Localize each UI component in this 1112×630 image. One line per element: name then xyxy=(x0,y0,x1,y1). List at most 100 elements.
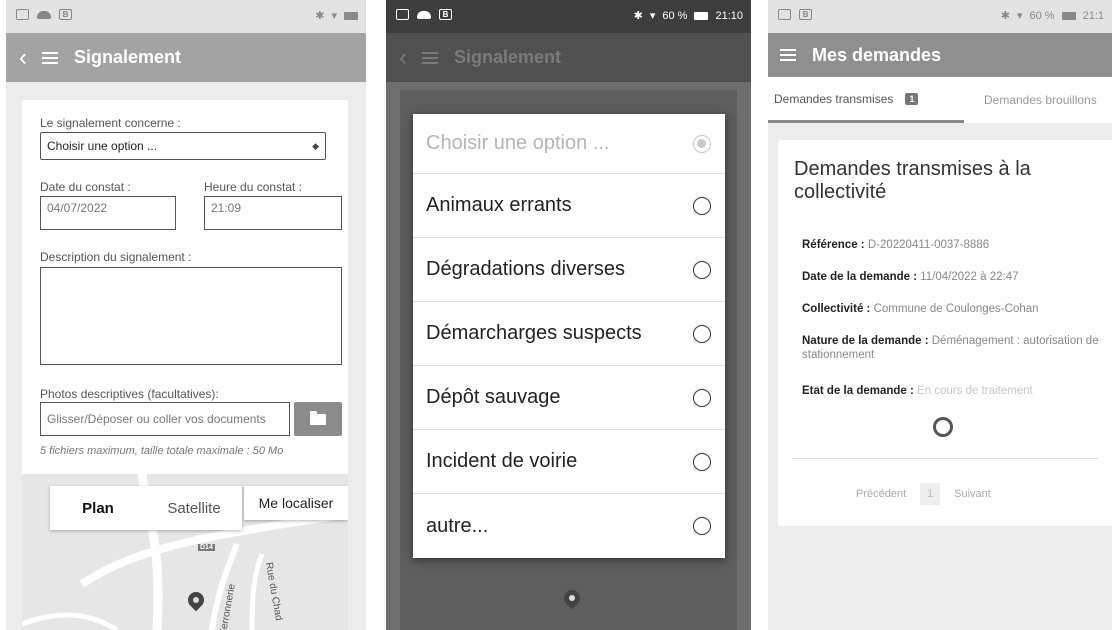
screen-option-picker: B ✱ ▾ 60 % 21:10 ‹ Signalement Choisir une … xyxy=(386,0,751,630)
signal-text: 60 % xyxy=(1029,9,1055,22)
collectivity-label: Collectivité : xyxy=(802,303,871,315)
concern-label: Le signalement concerne : xyxy=(40,116,181,130)
request-tabs: Demandes transmises 1 Demandes brouillon… xyxy=(768,77,1112,123)
b-app-icon: B xyxy=(799,9,812,20)
signal-text: 60 % xyxy=(662,9,688,22)
status-bar: B ✱ ▾ 60 % 21:1 xyxy=(768,0,1112,33)
tab-label: Demandes transmises xyxy=(774,91,894,106)
b-app-icon: B xyxy=(439,9,452,20)
bluetooth-icon: ✱ xyxy=(1000,10,1010,22)
radio-icon xyxy=(693,452,711,471)
radio-icon xyxy=(693,196,711,215)
upload-button[interactable] xyxy=(294,402,342,436)
request-card: Demandes transmises à la collectivité Ré… xyxy=(778,140,1112,526)
app-bar: ‹ Signalement xyxy=(386,33,751,82)
state-value: En cours de traitement xyxy=(917,385,1033,397)
collectivity-line: Collectivité : Commune de Coulonges-Coha… xyxy=(802,302,1102,316)
battery-icon xyxy=(344,11,358,20)
option-degradations[interactable]: Dégradations diverses xyxy=(413,238,725,302)
option-depot-sauvage[interactable]: Dépôt sauvage xyxy=(413,366,725,430)
wifi-icon: ▾ xyxy=(1016,10,1023,22)
select-caret-icon: ◆ xyxy=(312,140,319,151)
option-animaux-errants[interactable]: Animaux errants xyxy=(413,174,725,238)
concern-select-value: Choisir une option ... xyxy=(47,139,158,153)
page-title: Mes demandes xyxy=(812,44,942,65)
tab-drafts[interactable]: Demandes brouillons xyxy=(964,77,1112,123)
menu-icon[interactable] xyxy=(42,51,58,64)
app-bar: Mes demandes xyxy=(768,33,1112,77)
status-bar: B ✱ ▾ xyxy=(6,0,366,33)
map-view[interactable]: D14 Rue du Chad Ferronnerie Plan Satelli… xyxy=(22,474,348,630)
option-label: Animaux errants xyxy=(426,194,572,216)
option-dialog: Choisir une option ... Animaux errants D… xyxy=(413,114,725,558)
option-demarcharges[interactable]: Démarcharges suspects xyxy=(413,302,725,366)
concern-select[interactable]: Choisir une option ... ◆ xyxy=(40,132,326,160)
option-label: Dépôt sauvage xyxy=(426,386,561,408)
reference-value: D-20220411-0037-8886 xyxy=(867,239,990,251)
time-label: Heure du constat : xyxy=(204,180,303,194)
pagination: Précédent 1 Suivant xyxy=(856,483,991,505)
radio-icon xyxy=(693,260,711,279)
app-bar: ‹ Signalement xyxy=(6,33,366,82)
page-title: Signalement xyxy=(454,47,562,67)
folder-icon xyxy=(310,410,326,425)
option-label: Dégradations diverses xyxy=(426,258,625,280)
option-label: Démarcharges suspects xyxy=(426,322,642,344)
option-incident-voirie[interactable]: Incident de voirie xyxy=(413,430,725,494)
status-time: 21:1 xyxy=(1082,9,1104,22)
page-title: Signalement xyxy=(74,47,182,67)
radio-selected-icon xyxy=(693,134,711,153)
option-autre[interactable]: autre... xyxy=(413,494,725,558)
status-time: 21:10 xyxy=(715,9,743,22)
reference-label: Référence : xyxy=(802,239,865,251)
divider xyxy=(792,458,1098,459)
cloud-icon xyxy=(37,10,51,19)
time-field[interactable]: 21:09 xyxy=(204,196,342,230)
pager-prev[interactable]: Précédent xyxy=(856,488,906,500)
description-field[interactable] xyxy=(40,267,342,365)
photos-hint: 5 fichiers maximum, taille totale maxima… xyxy=(40,445,284,457)
state-line: Etat de la demande : En cours de traitem… xyxy=(802,384,1102,398)
pager-next[interactable]: Suivant xyxy=(954,488,991,500)
back-icon: ‹ xyxy=(399,43,407,71)
card-title: Demandes transmises à la collectivité xyxy=(794,158,1031,203)
menu-icon[interactable] xyxy=(780,49,796,61)
photos-dropzone[interactable]: Glisser/Déposer ou coller vos documents xyxy=(40,402,290,436)
state-label: Etat de la demande : xyxy=(802,385,914,397)
option-label: Incident de voirie xyxy=(426,450,578,472)
notification-icon xyxy=(396,9,409,20)
battery-icon xyxy=(694,11,709,20)
description-label: Description du signalement : xyxy=(40,250,192,264)
date-label: Date du constat : xyxy=(40,180,131,194)
reference-line: Référence : D-20220411-0037-8886 xyxy=(802,238,1102,252)
date-field[interactable]: 04/07/2022 xyxy=(40,196,176,230)
locate-me-button[interactable]: Me localiser xyxy=(244,486,348,520)
loading-icon xyxy=(933,417,953,437)
date-label: Date de la demande : xyxy=(802,271,918,283)
back-icon[interactable]: ‹ xyxy=(10,44,36,72)
map-tab-satellite[interactable]: Satellite xyxy=(146,486,242,530)
pager-current-page[interactable]: 1 xyxy=(920,483,941,505)
map-tab-plan[interactable]: Plan xyxy=(50,486,146,530)
road-badge: D14 xyxy=(198,544,215,551)
b-app-icon: B xyxy=(59,9,72,20)
radio-icon xyxy=(693,388,711,407)
collectivity-value: Commune de Coulonges-Cohan xyxy=(873,303,1039,315)
nature-line: Nature de la demande : Déménagement : au… xyxy=(802,334,1102,362)
radio-icon xyxy=(693,324,711,343)
option-label: Choisir une option ... xyxy=(426,132,610,154)
menu-icon xyxy=(422,51,438,64)
status-bar: B ✱ ▾ 60 % 21:10 xyxy=(386,0,751,33)
wifi-icon: ▾ xyxy=(331,10,337,22)
nature-label: Nature de la demande : xyxy=(802,335,929,347)
notification-icon xyxy=(16,9,29,20)
option-label: autre... xyxy=(426,514,489,537)
wifi-icon: ▾ xyxy=(649,10,656,22)
date-line: Date de la demande : 11/04/2022 à 22:47 xyxy=(802,270,1102,284)
count-badge: 1 xyxy=(905,92,919,105)
notification-icon xyxy=(778,9,791,20)
date-value: 11/04/2022 à 22:47 xyxy=(920,271,1019,283)
tab-transmitted[interactable]: Demandes transmises 1 xyxy=(768,77,964,123)
option-placeholder[interactable]: Choisir une option ... xyxy=(413,114,725,174)
screen-signalement-form: B ✱ ▾ ‹ Signalement Le signalement concer… xyxy=(6,0,366,630)
